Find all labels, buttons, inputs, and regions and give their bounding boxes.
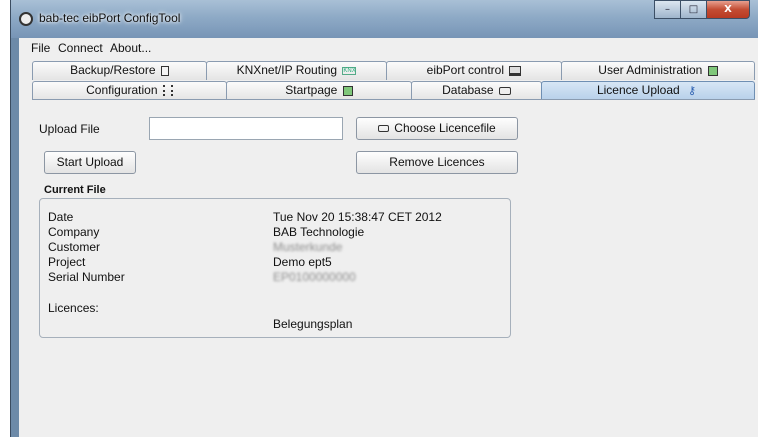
menu-bar: File Connect About... — [19, 38, 758, 58]
close-button[interactable]: X — [706, 0, 750, 19]
serial-number-value: EP0100000000 — [273, 270, 356, 284]
folder-icon — [378, 125, 390, 133]
tab-knxnet-ip-routing[interactable]: KNXnet/IP Routing KNX — [206, 61, 387, 80]
window-controls: – □ X — [654, 0, 750, 20]
tab-label: Database — [442, 83, 494, 97]
tab-label: Configuration — [86, 83, 158, 97]
tab-label: KNXnet/IP Routing — [236, 63, 338, 77]
upload-file-label: Upload File — [39, 122, 100, 136]
tab-configuration[interactable]: Configuration — [32, 81, 227, 100]
tab-row-2: Configuration Startpage Database Licence… — [32, 81, 755, 100]
serial-number-label: Serial Number — [48, 270, 125, 284]
current-file-box: Date Tue Nov 20 15:38:47 CET 2012 Compan… — [39, 198, 511, 338]
customer-label: Customer — [48, 240, 101, 254]
current-file-title: Current File — [44, 184, 106, 196]
tab-database[interactable]: Database — [411, 81, 542, 100]
upload-file-input[interactable] — [149, 117, 343, 140]
startpage-icon — [342, 85, 353, 96]
app-icon — [19, 12, 33, 26]
date-label: Date — [48, 210, 74, 224]
choose-licencefile-button[interactable]: Choose Licencefile — [356, 117, 518, 140]
maximize-button[interactable]: □ — [680, 0, 707, 19]
tab-backup-restore[interactable]: Backup/Restore — [32, 61, 207, 80]
choose-licencefile-label: Choose Licencefile — [394, 121, 496, 135]
app-window: bab-tec eibPort ConfigTool – □ X File Co… — [10, 0, 758, 437]
licence-item: Belegungsplan — [273, 317, 353, 331]
customer-value: Musterkunde — [273, 240, 343, 254]
tab-label: eibPort control — [426, 63, 505, 77]
tab-label: Startpage — [285, 83, 338, 97]
licence-upload-panel: Upload File Choose Licencefile Start Upl… — [32, 99, 755, 437]
menu-about[interactable]: About... — [110, 41, 151, 55]
users-icon — [707, 65, 718, 76]
start-upload-button[interactable]: Start Upload — [44, 151, 136, 174]
knx-icon: KNX — [342, 66, 357, 75]
tab-row-1: Backup/Restore KNXnet/IP Routing KNX eib… — [32, 61, 755, 80]
company-label: Company — [48, 225, 100, 239]
key-icon: ⚷ — [688, 84, 697, 97]
company-value: BAB Technologie — [273, 225, 365, 239]
project-value: Demo ept5 — [273, 255, 332, 269]
tab-label: Licence Upload — [596, 83, 680, 97]
config-icon — [162, 85, 173, 97]
project-label: Project — [48, 255, 86, 269]
menu-connect[interactable]: Connect — [58, 41, 103, 55]
client-area: File Connect About... Backup/Restore KNX… — [19, 38, 758, 437]
window-title: bab-tec eibPort ConfigTool — [39, 11, 181, 25]
tab-startpage[interactable]: Startpage — [226, 81, 412, 100]
tab-label: User Administration — [598, 63, 703, 77]
minimize-button[interactable]: – — [654, 0, 681, 19]
remove-licences-button[interactable]: Remove Licences — [356, 151, 518, 174]
tab-eibport-control[interactable]: eibPort control — [386, 61, 562, 80]
tab-label: Backup/Restore — [70, 63, 156, 77]
database-icon — [498, 86, 511, 95]
menu-file[interactable]: File — [31, 41, 50, 55]
monitor-icon — [509, 65, 522, 76]
licences-label: Licences: — [48, 301, 99, 315]
title-bar[interactable]: bab-tec eibPort ConfigTool – □ X — [11, 0, 758, 38]
tab-licence-upload[interactable]: Licence Upload ⚷ — [541, 81, 755, 100]
date-value: Tue Nov 20 15:38:47 CET 2012 — [273, 210, 442, 224]
archive-icon — [160, 65, 169, 76]
tab-user-administration[interactable]: User Administration — [561, 61, 755, 80]
